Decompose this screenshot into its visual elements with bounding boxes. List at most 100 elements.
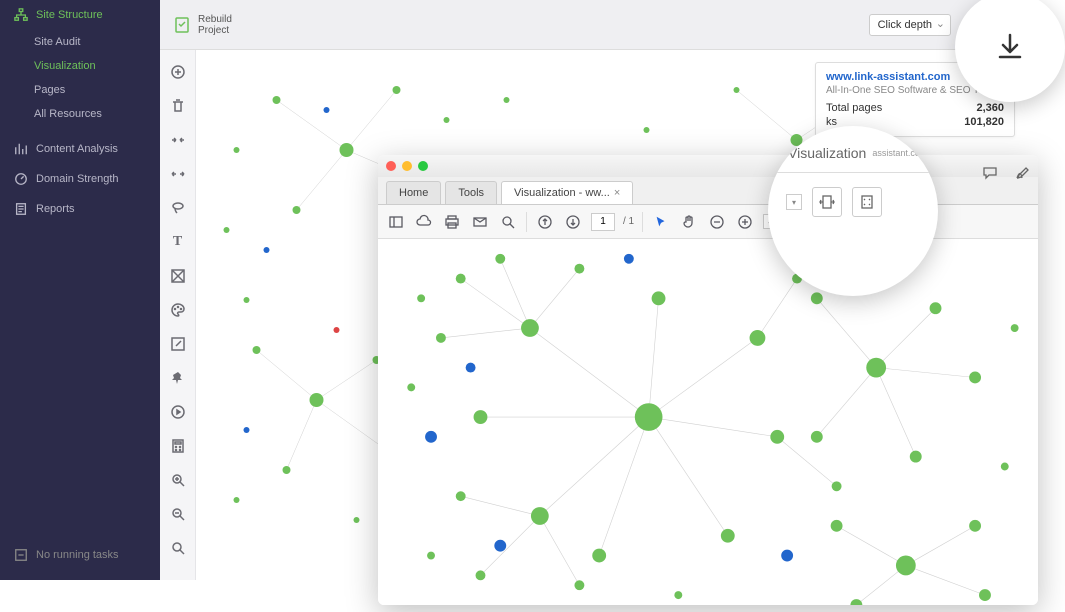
- sidebar-item-reports[interactable]: Reports: [0, 194, 160, 224]
- sidebar-label: Site Structure: [36, 9, 103, 21]
- pdf-select-tool[interactable]: [651, 212, 671, 232]
- expand-icon: [170, 166, 186, 182]
- mail-icon: [472, 214, 488, 230]
- play-button[interactable]: [168, 402, 188, 422]
- links-value: 101,820: [964, 116, 1004, 128]
- sidebar-footer-tasks[interactable]: No running tasks: [0, 540, 160, 570]
- sidebar-item-content-analysis[interactable]: Content Analysis: [0, 134, 160, 164]
- text-icon: T: [173, 234, 182, 250]
- edit-button[interactable]: [168, 334, 188, 354]
- minus-circle-icon: [709, 214, 725, 230]
- lasso-icon: [170, 200, 186, 216]
- sidebar-item-site-structure[interactable]: Site Structure: [0, 0, 160, 30]
- contract-icon: [170, 132, 186, 148]
- sitemap-icon: [14, 8, 28, 22]
- magnifier-dropdown[interactable]: ▾: [786, 194, 802, 210]
- pdf-page-total: / 1: [623, 216, 634, 227]
- pdf-sidebar-button[interactable]: [386, 212, 406, 232]
- links-label: ks: [826, 116, 837, 128]
- pdf-document-body[interactable]: [378, 239, 1038, 605]
- contract-button[interactable]: [168, 130, 188, 150]
- pdf-next-page-button[interactable]: [563, 212, 583, 232]
- plus-circle-icon: [170, 64, 186, 80]
- pdf-tab-tools[interactable]: Tools: [445, 181, 497, 204]
- pin-icon: [170, 370, 186, 386]
- panel-icon: [388, 214, 404, 230]
- sidebar-item-visualization[interactable]: Visualization: [0, 54, 160, 78]
- layout-button[interactable]: [168, 266, 188, 286]
- zoom-in-button[interactable]: [168, 470, 188, 490]
- lasso-button[interactable]: [168, 198, 188, 218]
- total-pages-label: Total pages: [826, 102, 882, 114]
- pdf-comment-button[interactable]: [980, 163, 1000, 183]
- pdf-print-button[interactable]: [442, 212, 462, 232]
- palette-icon: [170, 302, 186, 318]
- cloud-icon: [416, 214, 432, 230]
- download-large-icon[interactable]: [994, 31, 1026, 63]
- gauge-icon: [14, 172, 28, 186]
- add-node-button[interactable]: [168, 62, 188, 82]
- fit-width-icon: [818, 193, 836, 211]
- app-sidebar: Site Structure Site Audit Visualization …: [0, 0, 160, 580]
- pdf-viewer-window: Home Tools Visualization - ww...× / 1 30…: [378, 155, 1038, 605]
- pdf-network-graph: [378, 239, 1038, 605]
- pdf-zoom-in-button[interactable]: [735, 212, 755, 232]
- fit-page-button[interactable]: [852, 187, 882, 217]
- tasks-icon: [14, 548, 28, 562]
- fit-page-icon: [858, 193, 876, 211]
- trash-icon: [170, 98, 186, 114]
- zoom-out-button[interactable]: [168, 504, 188, 524]
- sign-icon: [1014, 165, 1030, 181]
- palette-button[interactable]: [168, 300, 188, 320]
- pdf-zoom-out-button[interactable]: [707, 212, 727, 232]
- comment-icon: [982, 165, 998, 181]
- expand-button[interactable]: [168, 164, 188, 184]
- play-icon: [170, 404, 186, 420]
- calculator-button[interactable]: [168, 436, 188, 456]
- pdf-sign-button[interactable]: [1012, 163, 1032, 183]
- sidebar-item-all-resources[interactable]: All Resources: [0, 102, 160, 126]
- pdf-page-input[interactable]: [591, 213, 615, 231]
- close-traffic-light[interactable]: [386, 161, 396, 171]
- magnifier-title: Visualization: [788, 145, 866, 161]
- pdf-search-button[interactable]: [498, 212, 518, 232]
- sidebar-item-domain-strength[interactable]: Domain Strength: [0, 164, 160, 194]
- minimize-traffic-light[interactable]: [402, 161, 412, 171]
- vertical-toolbar: T: [160, 50, 196, 580]
- zoom-traffic-light[interactable]: [418, 161, 428, 171]
- click-depth-select[interactable]: Click depth: [869, 14, 951, 36]
- pdf-prev-page-button[interactable]: [535, 212, 555, 232]
- pdf-toolbar: / 1 300%: [378, 205, 1038, 239]
- close-tab-icon[interactable]: ×: [614, 187, 620, 199]
- pdf-hand-tool[interactable]: [679, 212, 699, 232]
- zoom-out-icon: [170, 506, 186, 522]
- edit-icon: [170, 336, 186, 352]
- pdf-email-button[interactable]: [470, 212, 490, 232]
- rebuild-project-button[interactable]: Rebuild Project: [172, 14, 232, 36]
- zoom-fit-icon: [170, 540, 186, 556]
- sidebar-item-pages[interactable]: Pages: [0, 78, 160, 102]
- search-icon: [500, 214, 516, 230]
- hand-icon: [681, 214, 697, 230]
- arrow-down-icon: [565, 214, 581, 230]
- magnifier-pdf-header: Visualization assistant.com.pdf ▾: [768, 126, 938, 296]
- text-button[interactable]: T: [168, 232, 188, 252]
- rebuild-icon: [172, 15, 192, 35]
- chart-icon: [14, 142, 28, 156]
- pin-button[interactable]: [168, 368, 188, 388]
- calculator-icon: [170, 438, 186, 454]
- total-pages-value: 2,360: [976, 102, 1004, 114]
- pdf-tabs: Home Tools Visualization - ww...×: [378, 177, 1038, 205]
- cursor-icon: [654, 215, 668, 229]
- sidebar-item-site-audit[interactable]: Site Audit: [0, 30, 160, 54]
- layout-icon: [170, 268, 186, 284]
- pdf-save-button[interactable]: [414, 212, 434, 232]
- pdf-tab-document[interactable]: Visualization - ww...×: [501, 181, 633, 204]
- magnifier-download: [955, 0, 1065, 102]
- window-titlebar[interactable]: [378, 155, 1038, 177]
- zoom-fit-button[interactable]: [168, 538, 188, 558]
- fit-width-button[interactable]: [812, 187, 842, 217]
- document-icon: [14, 202, 28, 216]
- delete-button[interactable]: [168, 96, 188, 116]
- pdf-tab-home[interactable]: Home: [386, 181, 441, 204]
